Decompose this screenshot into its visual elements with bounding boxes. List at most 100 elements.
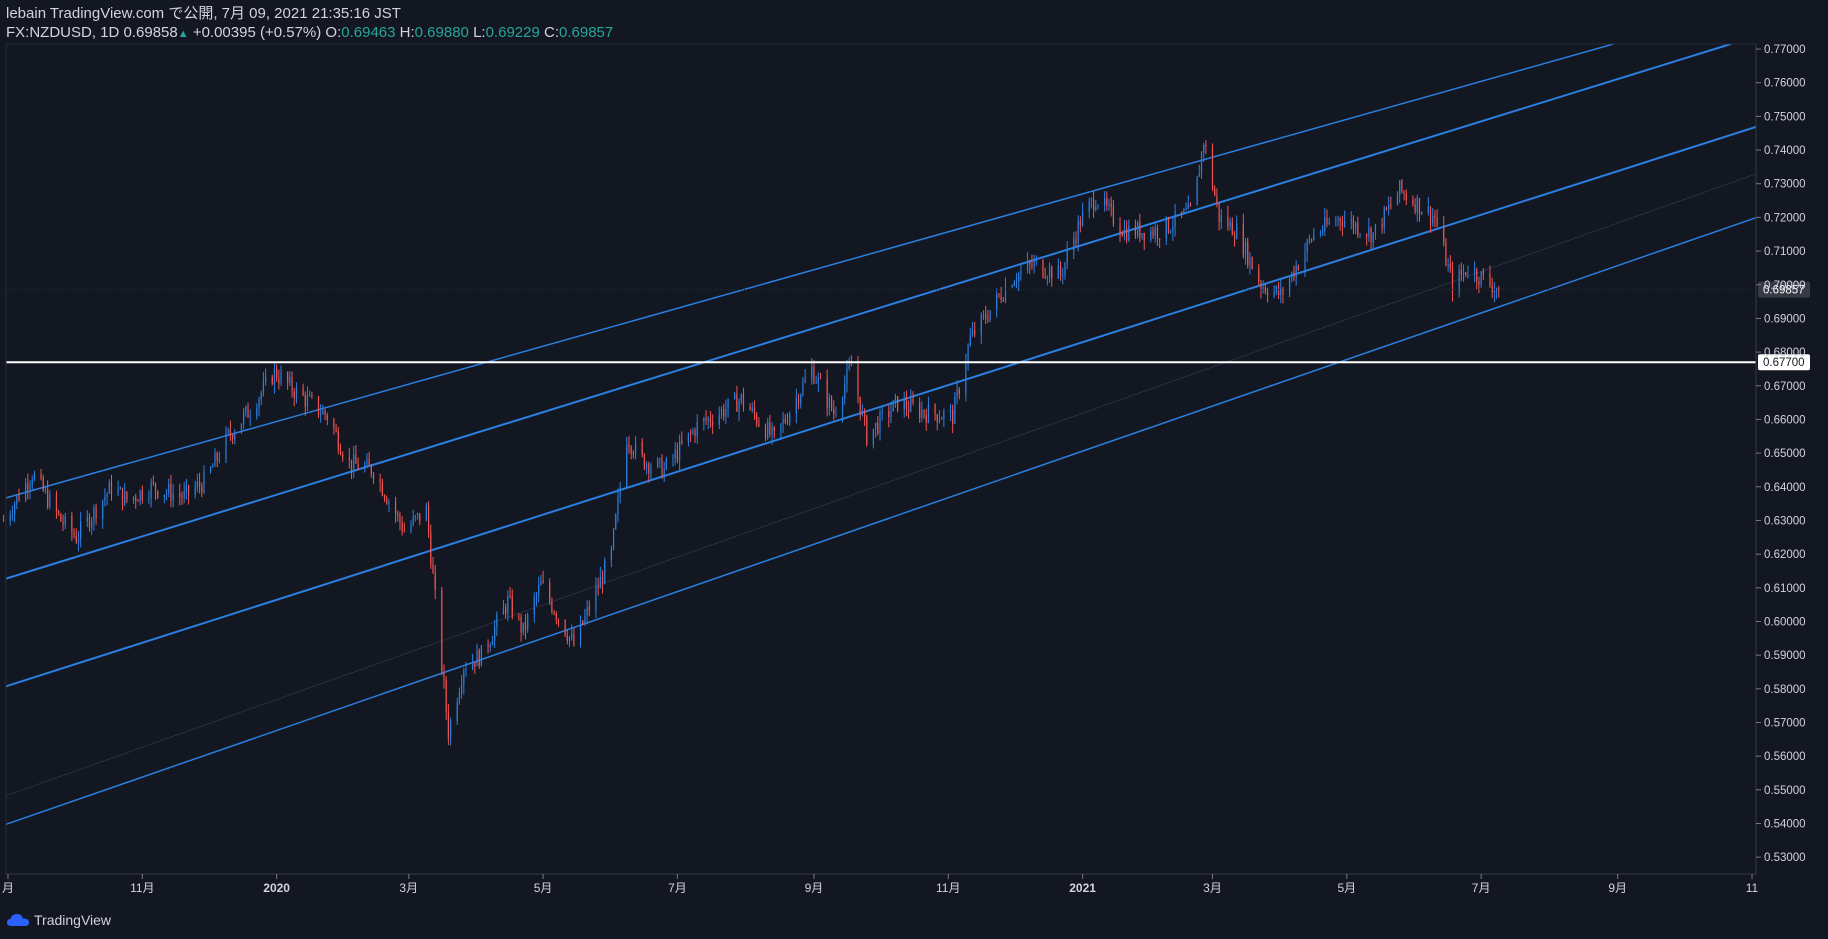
candle-body — [1167, 217, 1170, 232]
candle-body — [784, 419, 786, 422]
candle-body — [278, 378, 280, 384]
candle-body — [170, 483, 172, 501]
candle-body — [1482, 271, 1484, 274]
candle-body — [712, 422, 714, 425]
candle-body — [1108, 204, 1110, 206]
candle-body — [553, 611, 555, 614]
candle-body — [141, 490, 143, 500]
candle-body — [494, 626, 496, 641]
candle-body — [756, 414, 758, 424]
candle-body — [980, 314, 982, 335]
candle-body — [168, 483, 170, 493]
y-tick-label: 0.55000 — [1764, 785, 1806, 797]
candle-body — [478, 650, 480, 667]
candle-body — [740, 394, 742, 402]
candle-body — [491, 640, 494, 645]
y-tick-label: 0.56000 — [1764, 751, 1806, 763]
candle-body — [394, 502, 397, 515]
candle-body — [971, 329, 974, 336]
candle-body — [941, 418, 943, 420]
candle-body — [1350, 219, 1352, 221]
candle-body — [835, 414, 837, 416]
candle-body — [227, 429, 229, 433]
candle-body — [201, 486, 203, 493]
candle-body — [571, 634, 573, 637]
candle-body — [1357, 223, 1359, 235]
candle-body — [579, 620, 582, 646]
candle-body — [643, 454, 645, 469]
candle-body — [919, 403, 921, 418]
candle-body — [311, 395, 313, 397]
candle-body — [1277, 286, 1280, 295]
candle-body — [419, 513, 421, 521]
candle-body — [974, 329, 976, 335]
candle-body — [1229, 221, 1231, 227]
candle-body — [632, 453, 634, 455]
y-tick-label: 0.54000 — [1764, 818, 1806, 830]
candle-body — [549, 582, 551, 602]
candle-body — [447, 712, 450, 740]
y-tick-label: 0.67000 — [1764, 381, 1806, 393]
candle-body — [1044, 276, 1046, 278]
candle-body — [91, 520, 93, 528]
candle-body — [364, 464, 366, 470]
candle-body — [1244, 241, 1247, 256]
candle-body — [1273, 291, 1275, 296]
candle-body — [1498, 288, 1500, 290]
candle-body — [154, 483, 157, 491]
candle-body — [1306, 240, 1308, 253]
candle-body — [1035, 260, 1037, 262]
candle-body — [1073, 239, 1075, 252]
candle-body — [1328, 222, 1330, 225]
candle-body — [527, 614, 529, 630]
tradingview-cloud-icon[interactable] — [6, 912, 30, 928]
candle-body — [1432, 216, 1434, 224]
candle-body — [1218, 202, 1220, 223]
tradingview-brand[interactable]: TradingView — [34, 912, 111, 928]
candle-body — [890, 411, 892, 418]
candle-body — [458, 692, 461, 703]
candle-body — [934, 404, 936, 415]
candle-body — [1275, 286, 1277, 292]
candle-body — [280, 372, 282, 384]
y-tick-label: 0.59000 — [1764, 650, 1806, 662]
x-tick-label: 7月 — [668, 881, 687, 895]
candle-body — [216, 453, 218, 461]
candle-body — [894, 396, 897, 401]
y-tick-label: 0.65000 — [1764, 448, 1806, 460]
candle-body — [1339, 218, 1341, 222]
candle-body — [339, 449, 342, 455]
candle-body — [117, 489, 119, 494]
candle-body — [148, 497, 150, 500]
candle-body — [1123, 228, 1126, 237]
candle-body — [27, 482, 29, 490]
candle-body — [690, 432, 692, 434]
candle-body — [434, 572, 436, 590]
candle-body — [802, 382, 804, 395]
candle-body — [1018, 273, 1020, 282]
y-tick-label: 0.72000 — [1764, 212, 1806, 224]
candle-body — [443, 671, 445, 680]
candle-body — [265, 376, 267, 382]
candle-body — [764, 425, 767, 439]
candle-body — [1051, 267, 1053, 279]
candle-body — [830, 397, 833, 410]
candle-body — [249, 416, 251, 418]
candle-body — [1403, 191, 1405, 195]
candle-body — [767, 422, 769, 439]
candle-body — [1249, 257, 1251, 266]
candle-body — [599, 576, 601, 589]
candle-body — [1077, 220, 1079, 243]
candle-body — [295, 387, 298, 399]
price-chart[interactable]: 0.677000.69857 0.770000.760000.750000.74… — [0, 0, 1828, 939]
candle-body — [857, 365, 859, 397]
candle-body — [135, 496, 137, 501]
candle-body — [551, 601, 553, 612]
candle-body — [476, 650, 478, 667]
candle-body — [687, 432, 690, 444]
candle-body — [260, 392, 262, 399]
candle-body — [1156, 228, 1159, 239]
candle-body — [982, 314, 985, 316]
candle-body — [1374, 224, 1377, 233]
candle-body — [923, 410, 925, 415]
